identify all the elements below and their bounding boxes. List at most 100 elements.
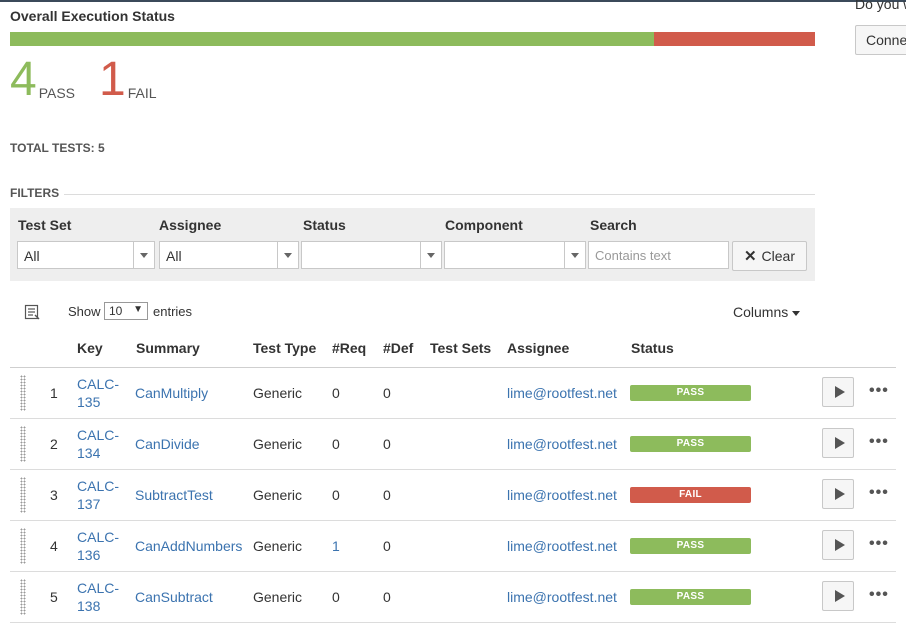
execute-test-button[interactable] bbox=[822, 530, 854, 560]
status-badge: PASS bbox=[630, 538, 751, 554]
more-actions-icon[interactable]: ••• bbox=[869, 433, 889, 451]
row-number: 4 bbox=[50, 538, 58, 554]
show-label: Show bbox=[68, 304, 101, 319]
close-icon: ✕ bbox=[743, 248, 757, 265]
assignee-select[interactable]: All bbox=[159, 241, 299, 269]
test-type: Generic bbox=[253, 385, 303, 401]
entries-label: entries bbox=[153, 304, 193, 319]
header-req[interactable]: #Req bbox=[332, 340, 366, 356]
test-key-link[interactable]: CALC-134 bbox=[77, 426, 121, 462]
filters-heading: FILTERS bbox=[10, 186, 60, 200]
component-select[interactable] bbox=[444, 241, 586, 269]
drag-handle-icon[interactable] bbox=[20, 477, 26, 513]
fail-count: 1 bbox=[99, 53, 126, 106]
filter-panel: Test Set Assignee Status Component Searc… bbox=[10, 208, 815, 281]
test-key-link[interactable]: CALC-135 bbox=[77, 375, 121, 411]
connect-button[interactable]: Conne bbox=[855, 25, 906, 55]
def-count: 0 bbox=[383, 487, 391, 503]
def-count: 0 bbox=[383, 538, 391, 554]
execute-test-button[interactable] bbox=[822, 428, 854, 458]
filters-divider bbox=[64, 194, 815, 195]
more-actions-icon[interactable]: ••• bbox=[869, 535, 889, 553]
table-row: 5 CALC-138 CanSubtract Generic 0 0 lime@… bbox=[10, 572, 896, 623]
top-border bbox=[0, 0, 906, 2]
chevron-down-icon bbox=[277, 242, 298, 268]
more-actions-icon[interactable]: ••• bbox=[869, 586, 889, 604]
chevron-down-icon bbox=[133, 242, 154, 268]
drag-handle-icon[interactable] bbox=[20, 579, 26, 615]
header-key[interactable]: Key bbox=[77, 340, 103, 356]
test-set-label: Test Set bbox=[18, 217, 72, 233]
clear-button[interactable]: ✕ Clear bbox=[732, 241, 807, 271]
row-number: 1 bbox=[50, 385, 58, 401]
pass-label: PASS bbox=[38, 85, 76, 101]
test-summary-link[interactable]: CanSubtract bbox=[135, 589, 213, 605]
entries-select[interactable]: 10 ▼ bbox=[104, 302, 148, 320]
caret-down-icon bbox=[792, 310, 801, 316]
drag-handle-icon[interactable] bbox=[20, 528, 26, 564]
status-badge: PASS bbox=[630, 589, 751, 605]
test-set-select[interactable]: All bbox=[17, 241, 155, 269]
test-type: Generic bbox=[253, 436, 303, 452]
status-select[interactable] bbox=[301, 241, 442, 269]
status-counts: 4 PASS 1 FAIL bbox=[10, 56, 157, 104]
req-count: 0 bbox=[332, 436, 340, 452]
test-summary-link[interactable]: SubtractTest bbox=[135, 487, 213, 503]
req-count: 0 bbox=[332, 589, 340, 605]
test-summary-link[interactable]: CanDivide bbox=[135, 436, 200, 452]
assignee-link[interactable]: lime@rootfest.net bbox=[507, 385, 617, 401]
list-view-icon[interactable] bbox=[24, 304, 40, 320]
drag-handle-icon[interactable] bbox=[20, 375, 26, 411]
pass-count-group: 4 PASS bbox=[10, 56, 75, 104]
row-number: 3 bbox=[50, 487, 58, 503]
status-label: Status bbox=[303, 217, 346, 233]
table-header: Key Summary Test Type #Req #Def Test Set… bbox=[10, 330, 896, 368]
columns-button[interactable]: Columns bbox=[733, 304, 801, 320]
assignee-link[interactable]: lime@rootfest.net bbox=[507, 487, 617, 503]
chevron-down-icon bbox=[420, 242, 441, 268]
more-actions-icon[interactable]: ••• bbox=[869, 484, 889, 502]
execute-test-button[interactable] bbox=[822, 479, 854, 509]
page-title: Overall Execution Status bbox=[10, 8, 175, 24]
assignee-link[interactable]: lime@rootfest.net bbox=[507, 436, 617, 452]
drag-handle-icon[interactable] bbox=[20, 426, 26, 462]
table-row: 4 CALC-136 CanAddNumbers Generic 1 0 lim… bbox=[10, 521, 896, 572]
header-test-sets[interactable]: Test Sets bbox=[430, 340, 491, 356]
test-type: Generic bbox=[253, 487, 303, 503]
table-row: 1 CALC-135 CanMultiply Generic 0 0 lime@… bbox=[10, 368, 896, 419]
header-status[interactable]: Status bbox=[631, 340, 674, 356]
req-count: 0 bbox=[332, 385, 340, 401]
more-actions-icon[interactable]: ••• bbox=[869, 382, 889, 400]
header-test-type[interactable]: Test Type bbox=[253, 340, 316, 356]
status-badge: PASS bbox=[630, 436, 751, 452]
status-badge: PASS bbox=[630, 385, 751, 401]
test-key-link[interactable]: CALC-136 bbox=[77, 528, 121, 564]
test-summary-link[interactable]: CanMultiply bbox=[135, 385, 208, 401]
execute-test-button[interactable] bbox=[822, 377, 854, 407]
search-input[interactable] bbox=[588, 241, 729, 269]
status-badge: FAIL bbox=[630, 487, 751, 503]
assignee-link[interactable]: lime@rootfest.net bbox=[507, 538, 617, 554]
table-row: 2 CALC-134 CanDivide Generic 0 0 lime@ro… bbox=[10, 419, 896, 470]
req-count-link[interactable]: 1 bbox=[332, 538, 340, 554]
table-controls: Show 10 ▼ entries Columns bbox=[24, 302, 804, 322]
test-key-link[interactable]: CALC-138 bbox=[77, 579, 121, 615]
test-summary-link[interactable]: CanAddNumbers bbox=[135, 538, 242, 554]
header-summary[interactable]: Summary bbox=[136, 340, 200, 356]
header-def[interactable]: #Def bbox=[383, 340, 413, 356]
row-number: 2 bbox=[50, 436, 58, 452]
assignee-label: Assignee bbox=[159, 217, 222, 233]
fail-label: FAIL bbox=[127, 85, 157, 101]
test-set-value: All bbox=[24, 248, 40, 264]
assignee-link[interactable]: lime@rootfest.net bbox=[507, 589, 617, 605]
component-label: Component bbox=[445, 217, 523, 233]
test-type: Generic bbox=[253, 589, 303, 605]
test-key-link[interactable]: CALC-137 bbox=[77, 477, 121, 513]
total-tests: TOTAL TESTS: 5 bbox=[10, 141, 105, 155]
header-assignee[interactable]: Assignee bbox=[507, 340, 569, 356]
def-count: 0 bbox=[383, 436, 391, 452]
entries-value: 10 bbox=[109, 304, 123, 318]
req-count: 0 bbox=[332, 487, 340, 503]
search-label: Search bbox=[590, 217, 637, 233]
execute-test-button[interactable] bbox=[822, 581, 854, 611]
